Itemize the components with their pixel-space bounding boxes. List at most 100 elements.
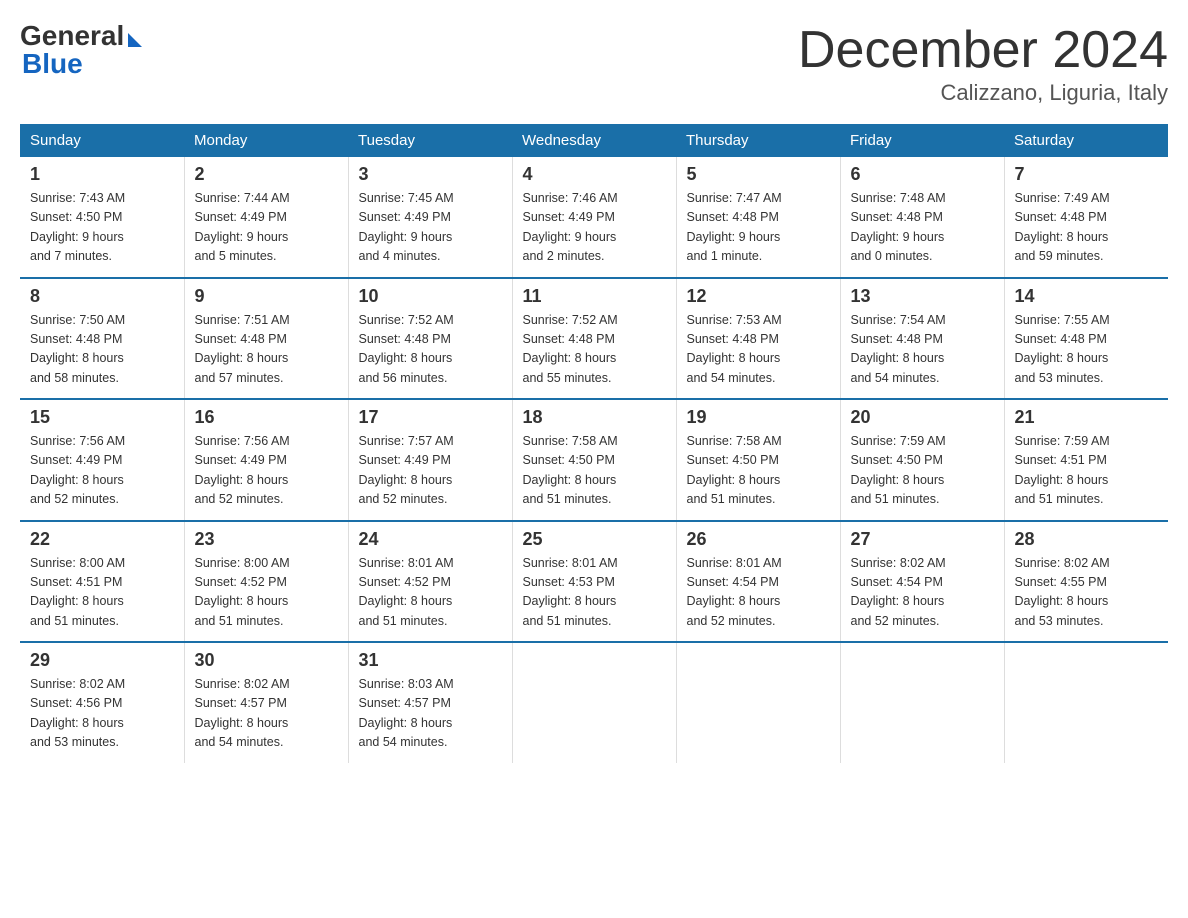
calendar-cell: 1 Sunrise: 7:43 AM Sunset: 4:50 PM Daylig… <box>20 157 184 278</box>
day-number: 2 <box>195 164 338 185</box>
day-info: Sunrise: 7:58 AM Sunset: 4:50 PM Dayligh… <box>523 432 666 510</box>
calendar-cell: 9 Sunrise: 7:51 AM Sunset: 4:48 PM Daylig… <box>184 278 348 400</box>
logo-blue-text: Blue <box>22 48 83 80</box>
calendar-cell <box>512 642 676 763</box>
day-number: 31 <box>359 650 502 671</box>
day-number: 20 <box>851 407 994 428</box>
day-number: 23 <box>195 529 338 550</box>
calendar-cell: 15Sunrise: 7:56 AM Sunset: 4:49 PM Dayli… <box>20 399 184 521</box>
day-info: Sunrise: 7:52 AM Sunset: 4:48 PM Dayligh… <box>523 311 666 389</box>
title-block: December 2024 Calizzano, Liguria, Italy <box>798 20 1168 106</box>
day-info: Sunrise: 7:48 AM Sunset: 4:48 PM Dayligh… <box>851 189 994 267</box>
calendar-week-row: 1 Sunrise: 7:43 AM Sunset: 4:50 PM Daylig… <box>20 157 1168 278</box>
calendar-cell: 20 Sunrise: 7:59 AM Sunset: 4:50 PM Dayli… <box>840 399 1004 521</box>
day-number: 24 <box>359 529 502 550</box>
logo: General Blue <box>20 20 142 80</box>
day-info: Sunrise: 8:02 AM Sunset: 4:54 PM Dayligh… <box>851 554 994 632</box>
day-info: Sunrise: 7:43 AM Sunset: 4:50 PM Dayligh… <box>30 189 174 267</box>
location-title: Calizzano, Liguria, Italy <box>798 80 1168 106</box>
day-number: 17 <box>359 407 502 428</box>
day-number: 21 <box>1015 407 1159 428</box>
calendar-cell: 29 Sunrise: 8:02 AM Sunset: 4:56 PM Dayli… <box>20 642 184 763</box>
calendar-week-row: 22Sunrise: 8:00 AM Sunset: 4:51 PM Dayli… <box>20 521 1168 643</box>
day-number: 27 <box>851 529 994 550</box>
day-info: Sunrise: 7:51 AM Sunset: 4:48 PM Dayligh… <box>195 311 338 389</box>
header-sunday: Sunday <box>20 124 184 157</box>
day-info: Sunrise: 8:02 AM Sunset: 4:57 PM Dayligh… <box>195 675 338 753</box>
calendar-cell: 13 Sunrise: 7:54 AM Sunset: 4:48 PM Dayli… <box>840 278 1004 400</box>
calendar-cell: 10 Sunrise: 7:52 AM Sunset: 4:48 PM Dayli… <box>348 278 512 400</box>
day-number: 29 <box>30 650 174 671</box>
day-info: Sunrise: 8:02 AM Sunset: 4:55 PM Dayligh… <box>1015 554 1159 632</box>
calendar-cell: 6 Sunrise: 7:48 AM Sunset: 4:48 PM Daylig… <box>840 157 1004 278</box>
calendar-cell: 17 Sunrise: 7:57 AM Sunset: 4:49 PM Dayli… <box>348 399 512 521</box>
calendar-cell: 4 Sunrise: 7:46 AM Sunset: 4:49 PM Daylig… <box>512 157 676 278</box>
day-number: 7 <box>1015 164 1159 185</box>
day-info: Sunrise: 8:01 AM Sunset: 4:52 PM Dayligh… <box>359 554 502 632</box>
calendar-cell: 21Sunrise: 7:59 AM Sunset: 4:51 PM Dayli… <box>1004 399 1168 521</box>
day-number: 11 <box>523 286 666 307</box>
calendar-cell <box>840 642 1004 763</box>
day-info: Sunrise: 7:55 AM Sunset: 4:48 PM Dayligh… <box>1015 311 1159 389</box>
day-info: Sunrise: 7:44 AM Sunset: 4:49 PM Dayligh… <box>195 189 338 267</box>
calendar-week-row: 15 Sunrise: 7:56 AM Sunset: 4:49 PM Dayli… <box>20 399 1168 521</box>
calendar-cell: 28 Sunrise: 8:02 AM Sunset: 4:55 PM Dayli… <box>1004 521 1168 643</box>
day-info: Sunrise: 7:59 AM Sunset: 4:50 PM Dayligh… <box>851 432 994 510</box>
calendar-cell: 30Sunrise: 8:02 AM Sunset: 4:57 PM Dayli… <box>184 642 348 763</box>
calendar-cell: 24 Sunrise: 8:01 AM Sunset: 4:52 PM Dayli… <box>348 521 512 643</box>
calendar-header-row: SundayMondayTuesdayWednesdayThursdayFrid… <box>20 124 1168 157</box>
calendar-cell: 26 Sunrise: 8:01 AM Sunset: 4:54 PM Dayli… <box>676 521 840 643</box>
calendar-week-row: 8Sunrise: 7:50 AM Sunset: 4:48 PM Daylig… <box>20 278 1168 400</box>
day-number: 3 <box>359 164 502 185</box>
day-number: 15 <box>30 407 174 428</box>
day-number: 9 <box>195 286 338 307</box>
calendar-cell: 11 Sunrise: 7:52 AM Sunset: 4:48 PM Dayli… <box>512 278 676 400</box>
day-info: Sunrise: 8:01 AM Sunset: 4:53 PM Dayligh… <box>523 554 666 632</box>
calendar-cell: 25 Sunrise: 8:01 AM Sunset: 4:53 PM Dayli… <box>512 521 676 643</box>
calendar-cell <box>676 642 840 763</box>
day-number: 26 <box>687 529 830 550</box>
day-number: 12 <box>687 286 830 307</box>
day-info: Sunrise: 8:00 AM Sunset: 4:52 PM Dayligh… <box>195 554 338 632</box>
page-header: General Blue December 2024 Calizzano, Li… <box>20 20 1168 106</box>
day-info: Sunrise: 7:50 AM Sunset: 4:48 PM Dayligh… <box>30 311 174 389</box>
calendar-cell: 19Sunrise: 7:58 AM Sunset: 4:50 PM Dayli… <box>676 399 840 521</box>
calendar-cell: 8Sunrise: 7:50 AM Sunset: 4:48 PM Daylig… <box>20 278 184 400</box>
month-title: December 2024 <box>798 20 1168 80</box>
day-number: 25 <box>523 529 666 550</box>
day-info: Sunrise: 7:52 AM Sunset: 4:48 PM Dayligh… <box>359 311 502 389</box>
day-number: 1 <box>30 164 174 185</box>
calendar-cell: 22Sunrise: 8:00 AM Sunset: 4:51 PM Dayli… <box>20 521 184 643</box>
header-friday: Friday <box>840 124 1004 157</box>
day-number: 10 <box>359 286 502 307</box>
calendar-cell: 14Sunrise: 7:55 AM Sunset: 4:48 PM Dayli… <box>1004 278 1168 400</box>
calendar-cell: 12Sunrise: 7:53 AM Sunset: 4:48 PM Dayli… <box>676 278 840 400</box>
day-info: Sunrise: 8:00 AM Sunset: 4:51 PM Dayligh… <box>30 554 174 632</box>
day-number: 6 <box>851 164 994 185</box>
day-number: 4 <box>523 164 666 185</box>
calendar-cell: 7 Sunrise: 7:49 AM Sunset: 4:48 PM Daylig… <box>1004 157 1168 278</box>
day-number: 28 <box>1015 529 1159 550</box>
day-info: Sunrise: 8:01 AM Sunset: 4:54 PM Dayligh… <box>687 554 830 632</box>
day-info: Sunrise: 7:46 AM Sunset: 4:49 PM Dayligh… <box>523 189 666 267</box>
day-info: Sunrise: 8:02 AM Sunset: 4:56 PM Dayligh… <box>30 675 174 753</box>
day-info: Sunrise: 7:56 AM Sunset: 4:49 PM Dayligh… <box>195 432 338 510</box>
calendar-cell: 27 Sunrise: 8:02 AM Sunset: 4:54 PM Dayli… <box>840 521 1004 643</box>
header-wednesday: Wednesday <box>512 124 676 157</box>
calendar-cell: 5Sunrise: 7:47 AM Sunset: 4:48 PM Daylig… <box>676 157 840 278</box>
calendar-cell: 2 Sunrise: 7:44 AM Sunset: 4:49 PM Daylig… <box>184 157 348 278</box>
calendar-table: SundayMondayTuesdayWednesdayThursdayFrid… <box>20 124 1168 763</box>
day-number: 13 <box>851 286 994 307</box>
calendar-cell: 23 Sunrise: 8:00 AM Sunset: 4:52 PM Dayli… <box>184 521 348 643</box>
header-thursday: Thursday <box>676 124 840 157</box>
header-saturday: Saturday <box>1004 124 1168 157</box>
day-number: 16 <box>195 407 338 428</box>
logo-arrow-icon <box>128 33 142 47</box>
day-number: 19 <box>687 407 830 428</box>
day-number: 5 <box>687 164 830 185</box>
day-info: Sunrise: 7:57 AM Sunset: 4:49 PM Dayligh… <box>359 432 502 510</box>
header-monday: Monday <box>184 124 348 157</box>
day-info: Sunrise: 8:03 AM Sunset: 4:57 PM Dayligh… <box>359 675 502 753</box>
day-info: Sunrise: 7:49 AM Sunset: 4:48 PM Dayligh… <box>1015 189 1159 267</box>
day-info: Sunrise: 7:54 AM Sunset: 4:48 PM Dayligh… <box>851 311 994 389</box>
